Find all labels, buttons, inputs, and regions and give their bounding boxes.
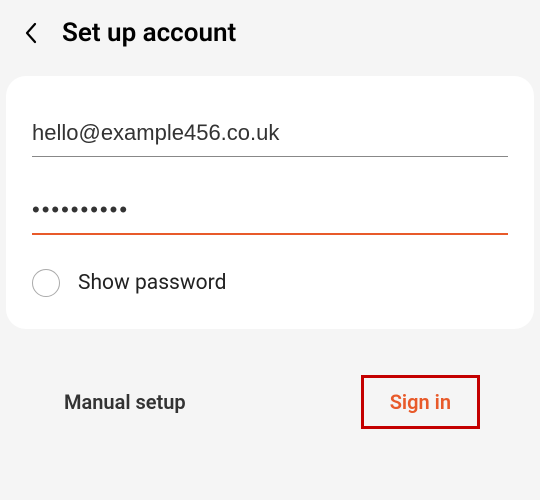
show-password-label: Show password <box>78 271 226 295</box>
header: Set up account <box>0 0 540 62</box>
email-group <box>32 114 508 157</box>
email-field[interactable] <box>32 114 508 157</box>
back-icon[interactable] <box>20 22 42 44</box>
page-title: Set up account <box>62 18 236 48</box>
account-card: Show password <box>6 76 534 329</box>
show-password-checkbox[interactable] <box>32 269 60 297</box>
show-password-row: Show password <box>32 269 508 297</box>
bottom-actions: Manual setup Sign in <box>0 329 540 429</box>
manual-setup-button[interactable]: Manual setup <box>60 380 190 424</box>
password-field[interactable] <box>32 191 508 235</box>
password-group <box>32 191 508 235</box>
sign-in-button[interactable]: Sign in <box>361 375 480 429</box>
